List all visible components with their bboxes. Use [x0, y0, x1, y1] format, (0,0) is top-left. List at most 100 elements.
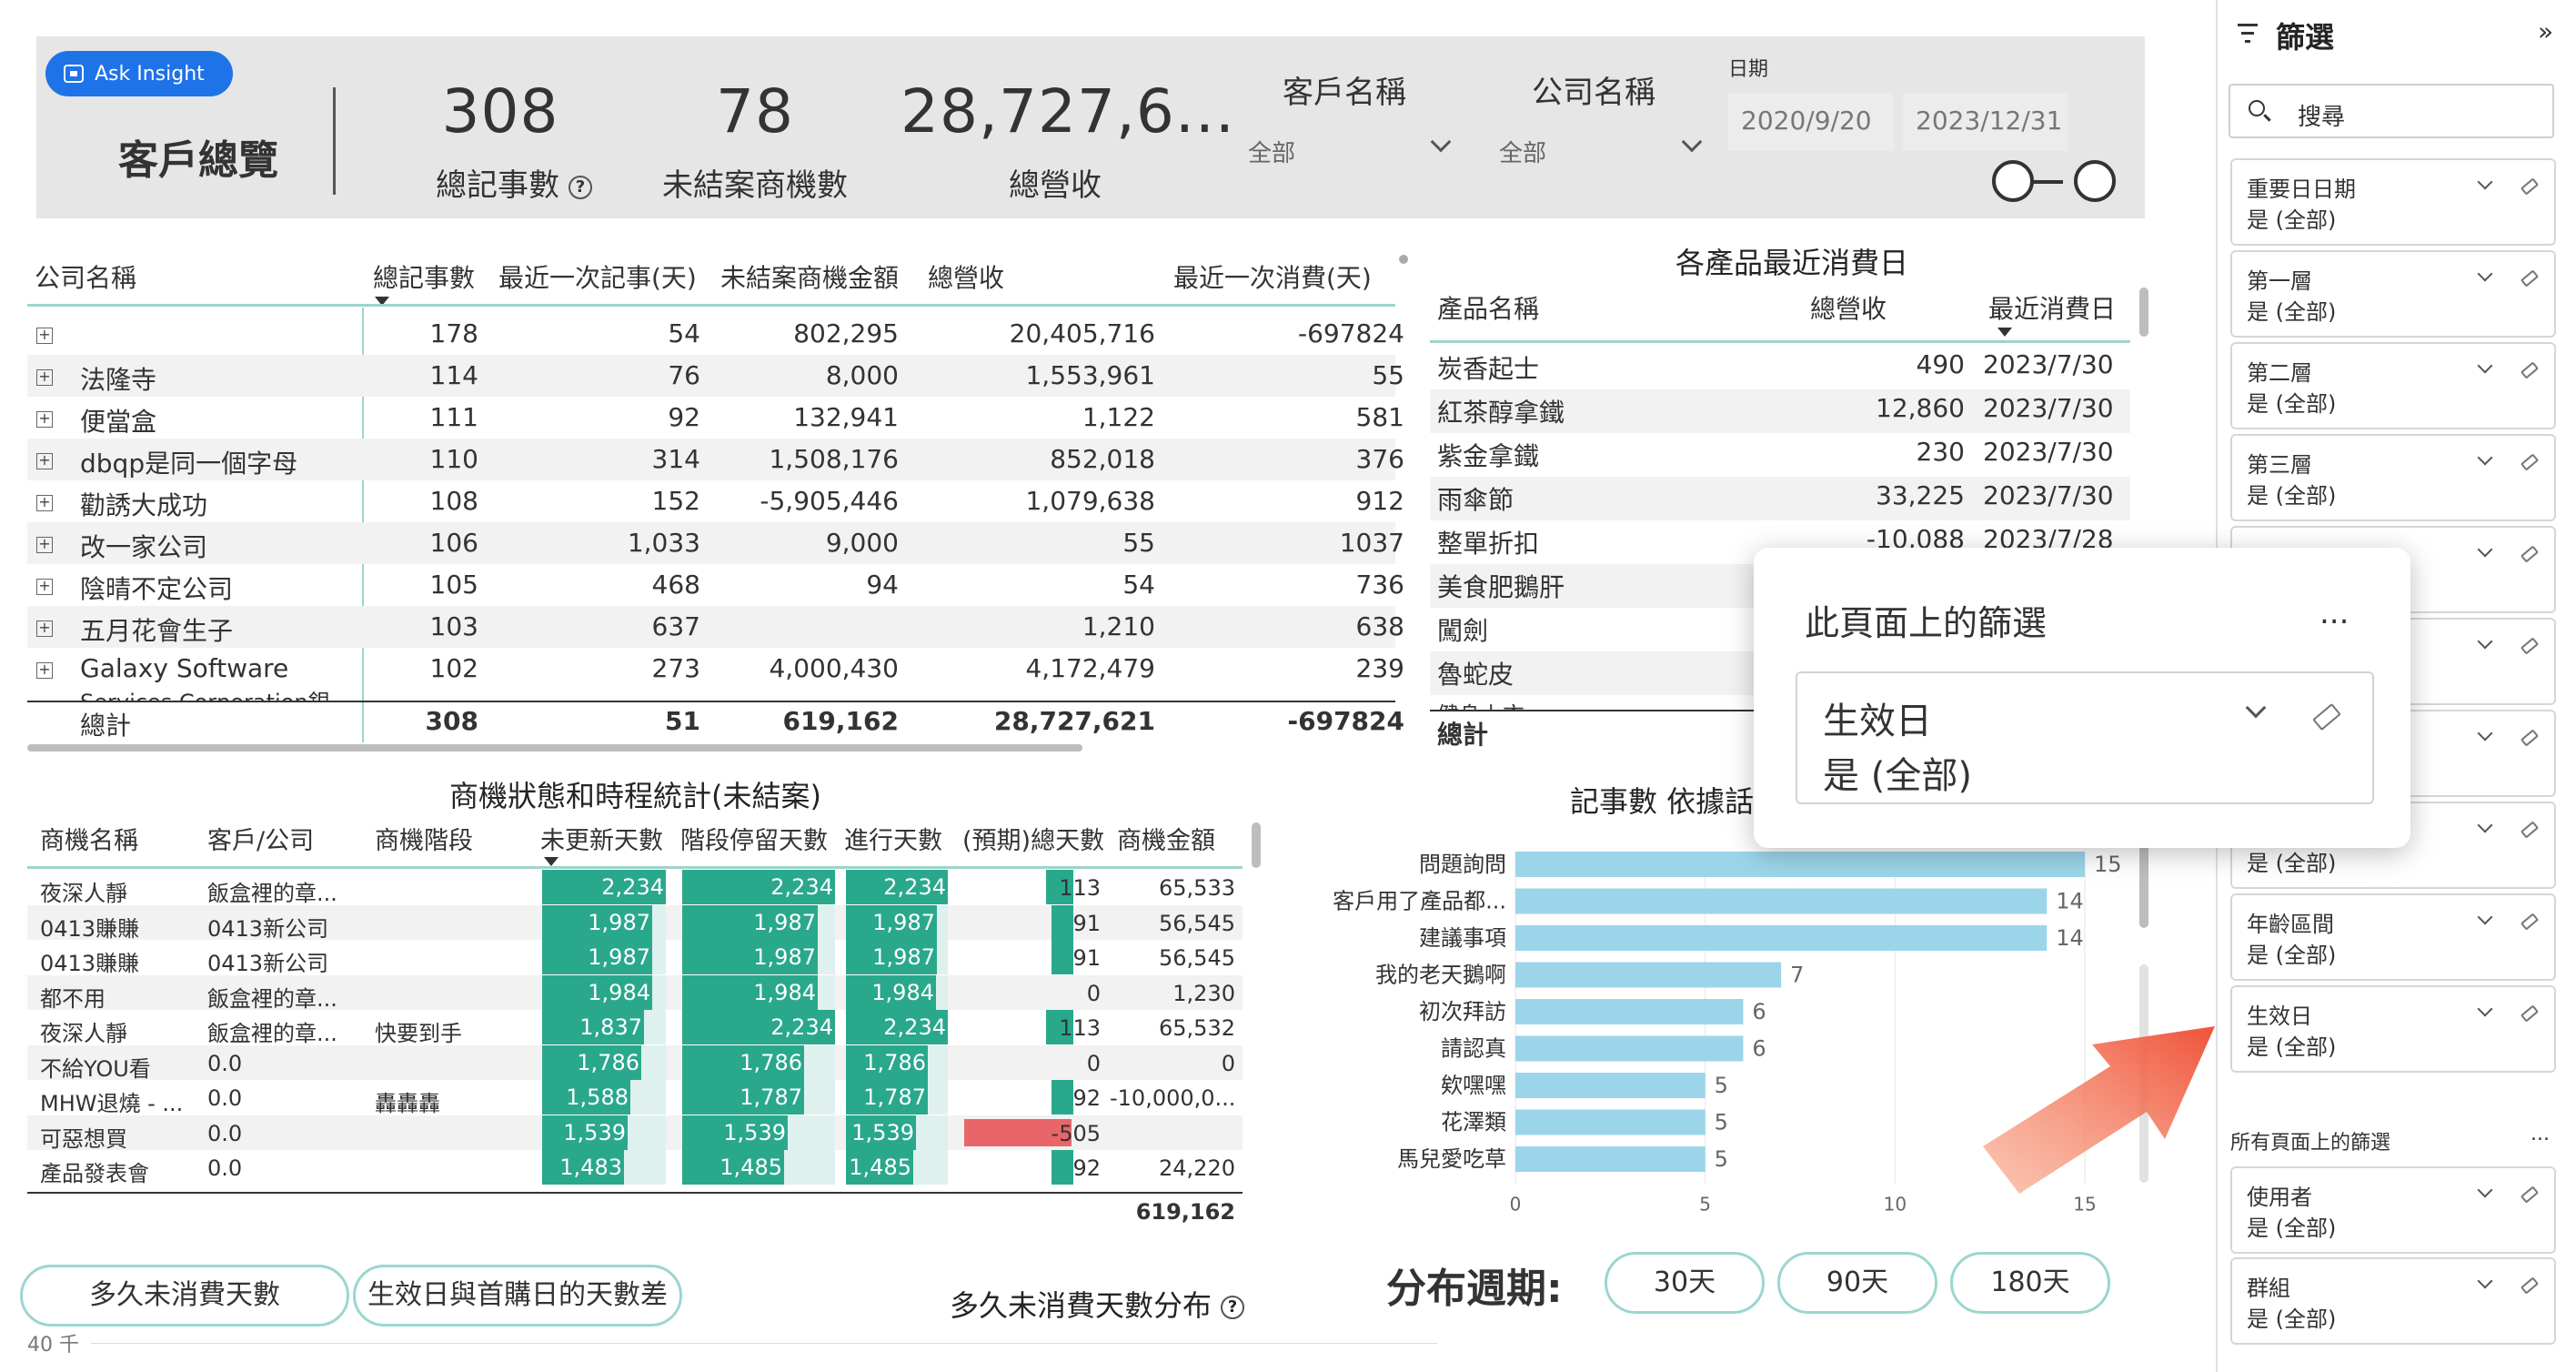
customer-slicer-dropdown[interactable]: 全部 — [1237, 126, 1464, 173]
date-range-start-handle[interactable] — [1992, 160, 2034, 202]
filter-search-box[interactable]: 搜尋 — [2229, 84, 2554, 138]
filter-card[interactable]: 第三層是 (全部) — [2230, 434, 2556, 521]
filter-card[interactable]: 生效日是 (全部) — [2230, 985, 2556, 1073]
expand-icon[interactable]: + — [36, 453, 53, 469]
tab-idle-days[interactable]: 多久未消費天數 — [20, 1265, 349, 1327]
col-company[interactable]: 公司名稱 — [35, 258, 136, 295]
chevron-down-icon[interactable] — [2477, 1182, 2493, 1198]
bar[interactable] — [1515, 999, 1744, 1024]
chevron-down-icon[interactable] — [2477, 909, 2493, 925]
help-icon[interactable]: ? — [569, 175, 592, 199]
opportunity-column[interactable]: 商機名稱 — [40, 821, 138, 856]
expand-icon[interactable]: + — [36, 411, 53, 428]
total-cell: -697824 — [1287, 706, 1404, 736]
eraser-icon[interactable] — [2520, 361, 2540, 379]
eraser-icon[interactable] — [2520, 821, 2540, 839]
chevron-down-icon[interactable] — [2477, 817, 2493, 833]
col-product-revenue[interactable]: 總營收 — [1810, 289, 1887, 326]
col-last-purchase[interactable]: 最近一次消費(天) — [1173, 258, 1372, 295]
eraser-icon[interactable] — [2520, 453, 2540, 471]
opportunity-column[interactable]: 階段停留天數 — [680, 821, 828, 856]
eraser-icon[interactable] — [2520, 177, 2540, 196]
chevron-down-icon[interactable] — [2477, 266, 2493, 282]
date-start-input[interactable]: 2020/9/20 — [1728, 93, 1894, 151]
date-end-input[interactable]: 2023/12/31 — [1903, 93, 2068, 151]
opportunity-amount: 24,220 — [1159, 1155, 1235, 1181]
col-last-note[interactable]: 最近一次記事(天) — [498, 258, 697, 295]
bar[interactable] — [1515, 925, 2048, 951]
chevron-down-icon[interactable] — [2245, 697, 2267, 719]
expand-icon[interactable]: + — [36, 620, 53, 637]
opportunity-column[interactable]: 商機階段 — [375, 821, 473, 856]
chevron-down-icon[interactable] — [2477, 725, 2493, 741]
expand-icon[interactable]: + — [36, 495, 53, 511]
bar[interactable] — [1515, 1146, 1706, 1172]
expand-icon[interactable]: + — [36, 328, 53, 344]
bar[interactable] — [1515, 852, 2085, 877]
eraser-icon[interactable] — [2520, 1276, 2540, 1295]
filter-card[interactable]: 年齡區間是 (全部) — [2230, 893, 2556, 981]
expand-icon[interactable]: + — [36, 579, 53, 595]
filter-card[interactable]: 重要日日期是 (全部) — [2230, 158, 2556, 246]
eraser-icon[interactable] — [2520, 637, 2540, 655]
opportunity-column[interactable]: 進行天數 — [844, 821, 942, 856]
bar[interactable] — [1515, 1109, 1706, 1135]
chevron-down-icon[interactable] — [2477, 174, 2493, 190]
eraser-icon[interactable] — [2312, 702, 2341, 731]
col-total-notes[interactable]: 總記事數 — [373, 258, 475, 295]
filter-card[interactable]: 第一層是 (全部) — [2230, 250, 2556, 338]
tab-effective-diff[interactable]: 生效日與首購日的天數差 — [353, 1265, 682, 1327]
vertical-scrollbar[interactable] — [1252, 822, 1261, 868]
bar[interactable] — [1515, 888, 2048, 914]
eraser-icon[interactable] — [2520, 1004, 2540, 1023]
data-bar: 2,234 — [846, 1010, 948, 1044]
ask-insight-button[interactable]: Ask Insight — [45, 51, 233, 96]
horizontal-scrollbar[interactable] — [27, 744, 1082, 752]
company-slicer-dropdown[interactable]: 全部 — [1488, 126, 1716, 173]
opportunity-name: 不給YOU看 — [40, 1055, 151, 1082]
date-range-end-handle[interactable] — [2074, 160, 2116, 202]
vertical-scrollbar[interactable] — [2139, 288, 2148, 337]
company-cell: 1037 — [1339, 528, 1404, 558]
chevron-down-icon[interactable] — [2477, 358, 2493, 374]
popup-filter-card[interactable]: 生效日 是 (全部) — [1796, 671, 2374, 804]
expand-icon[interactable]: + — [36, 662, 53, 679]
chevron-down-icon[interactable] — [2477, 449, 2493, 466]
collapse-pane-icon[interactable]: » — [2538, 16, 2553, 46]
filter-card[interactable]: 使用者是 (全部) — [2230, 1166, 2556, 1254]
expand-icon[interactable]: + — [36, 369, 53, 386]
opportunity-column[interactable]: (預期)總天數 — [962, 821, 1104, 856]
eraser-icon[interactable] — [2520, 1185, 2540, 1204]
chevron-down-icon[interactable] — [2477, 541, 2493, 558]
eraser-icon[interactable] — [2520, 729, 2540, 747]
chart-scrollbar[interactable] — [2139, 837, 2148, 928]
filter-card[interactable]: 群組是 (全部) — [2230, 1257, 2556, 1345]
eraser-icon[interactable] — [2520, 269, 2540, 288]
chevron-down-icon[interactable] — [2477, 633, 2493, 650]
eraser-icon[interactable] — [2520, 913, 2540, 931]
bar[interactable] — [1515, 1073, 1706, 1098]
col-last-date[interactable]: 最近消費日 — [1988, 289, 2116, 326]
bar[interactable] — [1515, 962, 1782, 988]
help-icon[interactable]: ? — [1221, 1296, 1245, 1319]
popup-more-icon[interactable]: ... — [2319, 595, 2349, 631]
col-revenue[interactable]: 總營收 — [928, 258, 1004, 295]
all-pages-more-icon[interactable]: ... — [2531, 1123, 2550, 1145]
period-180-button[interactable]: 180天 — [1950, 1252, 2110, 1314]
chevron-down-icon[interactable] — [2477, 1001, 2493, 1017]
filter-card[interactable]: 第二層是 (全部) — [2230, 342, 2556, 429]
opportunity-column[interactable]: 商機金額 — [1117, 821, 1215, 856]
col-product[interactable]: 產品名稱 — [1437, 289, 1539, 326]
period-30-button[interactable]: 30天 — [1605, 1252, 1765, 1314]
bar[interactable] — [1515, 1035, 1744, 1062]
company-cell: 55 — [1122, 528, 1155, 558]
opportunity-column[interactable]: 未更新天數 — [540, 821, 663, 856]
opportunity-name: 可惡想買 — [40, 1125, 127, 1152]
col-open-amount[interactable]: 未結案商機金額 — [720, 258, 899, 295]
expand-icon[interactable]: + — [36, 537, 53, 553]
company-cell: 1,033 — [627, 528, 700, 558]
period-90-button[interactable]: 90天 — [1777, 1252, 1937, 1314]
chevron-down-icon[interactable] — [2477, 1273, 2493, 1289]
opportunity-column[interactable]: 客戶/公司 — [207, 821, 314, 856]
eraser-icon[interactable] — [2520, 545, 2540, 563]
